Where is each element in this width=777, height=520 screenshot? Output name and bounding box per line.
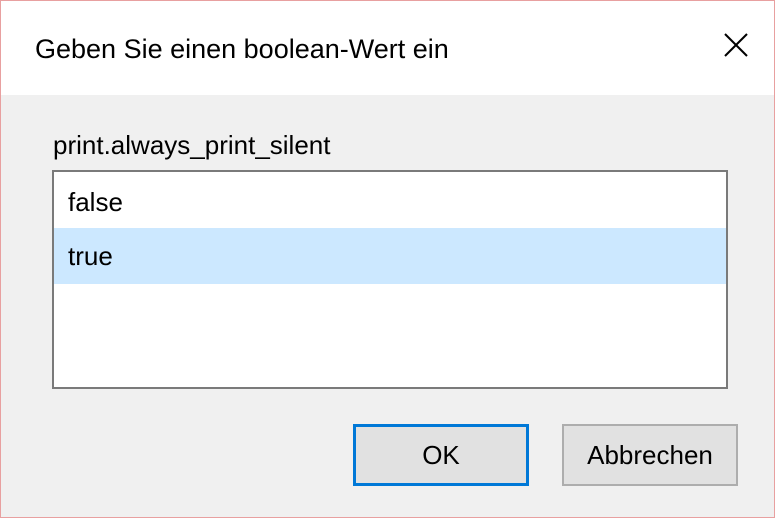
cancel-button[interactable]: Abbrechen	[562, 424, 738, 486]
title-bar: Geben Sie einen boolean-Wert ein	[1, 1, 774, 95]
close-icon	[716, 25, 756, 65]
boolean-input-dialog: Geben Sie einen boolean-Wert ein print.a…	[0, 0, 775, 518]
list-item-true[interactable]: true	[54, 228, 726, 284]
list-item-false[interactable]: false	[54, 174, 726, 230]
ok-button[interactable]: OK	[353, 424, 529, 486]
close-button[interactable]	[716, 25, 756, 65]
boolean-value-list[interactable]: false true	[52, 170, 728, 389]
preference-name-label: print.always_print_silent	[53, 130, 331, 160]
dialog-title: Geben Sie einen boolean-Wert ein	[35, 34, 449, 64]
